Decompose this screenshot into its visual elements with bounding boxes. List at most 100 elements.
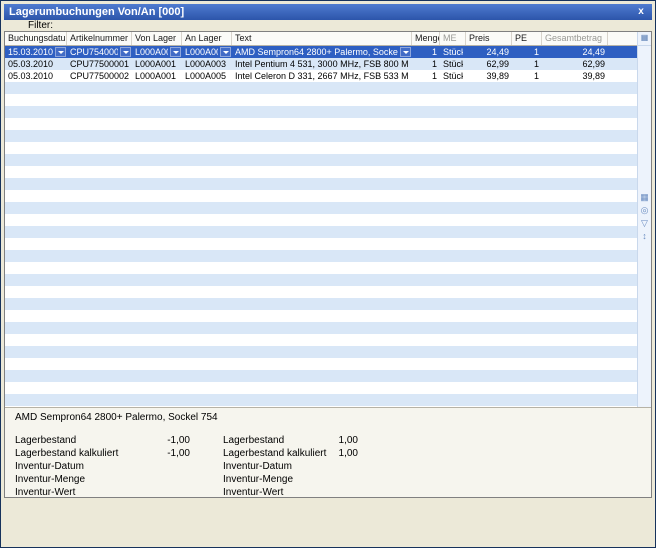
cell-von-lager[interactable] — [132, 118, 182, 130]
cell-an-lager[interactable] — [182, 166, 232, 178]
cell-von-lager[interactable] — [132, 214, 182, 226]
empty-row[interactable] — [5, 298, 637, 310]
cell-artikelnummer[interactable] — [67, 358, 132, 370]
cell-gesamtbetrag[interactable] — [542, 214, 608, 226]
cell-text[interactable] — [232, 322, 412, 334]
cell-an-lager[interactable] — [182, 310, 232, 322]
empty-row[interactable] — [5, 334, 637, 346]
cell-me[interactable] — [440, 202, 466, 214]
empty-row[interactable] — [5, 358, 637, 370]
cell-an-lager[interactable] — [182, 178, 232, 190]
cell-an-lager[interactable] — [182, 82, 232, 94]
cell-preis[interactable] — [466, 250, 512, 262]
cell-von-lager[interactable] — [132, 346, 182, 358]
column-header-von-lager[interactable]: Von Lager — [132, 32, 182, 45]
cell-an-lager[interactable] — [182, 130, 232, 142]
cell-menge[interactable] — [412, 382, 440, 394]
cell-me[interactable] — [440, 298, 466, 310]
cell-von-lager[interactable] — [132, 310, 182, 322]
cell-preis[interactable] — [466, 262, 512, 274]
cell-menge[interactable] — [412, 118, 440, 130]
cell-me[interactable] — [440, 394, 466, 406]
cell-an-lager[interactable] — [182, 382, 232, 394]
cell-preis[interactable] — [466, 142, 512, 154]
cell-artikelnummer[interactable] — [67, 370, 132, 382]
column-header-preis[interactable]: Preis — [466, 32, 512, 45]
cell-preis[interactable] — [466, 322, 512, 334]
cell-an-lager[interactable] — [182, 274, 232, 286]
empty-row[interactable] — [5, 202, 637, 214]
cell-me[interactable] — [440, 238, 466, 250]
cell-von-lager[interactable] — [132, 262, 182, 274]
cell-an-lager[interactable] — [182, 358, 232, 370]
cell-von-lager[interactable] — [132, 82, 182, 94]
cell-buchungsdatum[interactable] — [5, 334, 67, 346]
cell-buchungsdatum[interactable] — [5, 226, 67, 238]
cell-preis[interactable]: 39,89 — [466, 70, 512, 82]
cell-von-lager[interactable] — [132, 190, 182, 202]
cell-buchungsdatum[interactable] — [5, 142, 67, 154]
filter-icon[interactable]: ▽ — [639, 218, 650, 229]
cell-pe[interactable] — [512, 190, 542, 202]
cell-an-lager[interactable] — [182, 238, 232, 250]
cell-artikelnummer[interactable] — [67, 130, 132, 142]
cell-text[interactable] — [232, 190, 412, 202]
cell-me[interactable] — [440, 178, 466, 190]
column-header-buchungsdatum[interactable]: Buchungsdatum — [5, 32, 67, 45]
cell-pe[interactable] — [512, 250, 542, 262]
cell-artikelnummer[interactable] — [67, 166, 132, 178]
grid-body[interactable]: 15.03.2010CPU75400003L000A001L000A002AMD… — [5, 46, 637, 407]
cell-menge[interactable] — [412, 346, 440, 358]
cell-an-lager[interactable] — [182, 250, 232, 262]
cell-me[interactable] — [440, 190, 466, 202]
dropdown-arrow-icon[interactable] — [120, 47, 131, 57]
cell-buchungsdatum[interactable]: 15.03.2010 — [5, 46, 67, 58]
table-row[interactable]: 15.03.2010CPU75400003L000A001L000A002AMD… — [5, 46, 637, 58]
cell-menge[interactable] — [412, 142, 440, 154]
cell-pe[interactable] — [512, 346, 542, 358]
cell-gesamtbetrag[interactable] — [542, 202, 608, 214]
cell-preis[interactable] — [466, 310, 512, 322]
cell-von-lager[interactable] — [132, 370, 182, 382]
cell-buchungsdatum[interactable] — [5, 82, 67, 94]
search-icon[interactable]: ◎ — [639, 205, 650, 216]
cell-menge[interactable] — [412, 226, 440, 238]
cell-pe[interactable]: 1 — [512, 58, 542, 70]
column-chooser-icon[interactable]: ▦ — [638, 32, 651, 46]
cell-buchungsdatum[interactable] — [5, 298, 67, 310]
cell-menge[interactable] — [412, 370, 440, 382]
column-header-gesamtbetrag[interactable]: Gesamtbetrag — [542, 32, 608, 45]
cell-artikelnummer[interactable] — [67, 346, 132, 358]
cell-an-lager[interactable] — [182, 202, 232, 214]
cell-me[interactable] — [440, 310, 466, 322]
cell-gesamtbetrag[interactable]: 62,99 — [542, 58, 608, 70]
cell-text[interactable] — [232, 202, 412, 214]
cell-artikelnummer[interactable] — [67, 154, 132, 166]
cell-an-lager[interactable] — [182, 226, 232, 238]
empty-row[interactable] — [5, 214, 637, 226]
column-header-artikelnummer[interactable]: Artikelnummer — [67, 32, 132, 45]
cell-me[interactable] — [440, 274, 466, 286]
cell-an-lager[interactable] — [182, 370, 232, 382]
cell-buchungsdatum[interactable] — [5, 94, 67, 106]
cell-preis[interactable]: 24,49 — [466, 46, 512, 58]
cell-preis[interactable] — [466, 370, 512, 382]
cell-pe[interactable] — [512, 178, 542, 190]
cell-preis[interactable] — [466, 94, 512, 106]
close-button[interactable]: x — [634, 6, 648, 19]
cell-an-lager[interactable]: L000A002 — [182, 46, 232, 58]
empty-row[interactable] — [5, 250, 637, 262]
cell-buchungsdatum[interactable] — [5, 346, 67, 358]
cell-pe[interactable] — [512, 226, 542, 238]
cell-pe[interactable] — [512, 382, 542, 394]
cell-preis[interactable] — [466, 394, 512, 406]
cell-gesamtbetrag[interactable] — [542, 286, 608, 298]
cell-me[interactable]: Stück — [440, 58, 466, 70]
cell-von-lager[interactable] — [132, 94, 182, 106]
cell-gesamtbetrag[interactable] — [542, 178, 608, 190]
cell-me[interactable] — [440, 142, 466, 154]
cell-menge[interactable] — [412, 394, 440, 406]
cell-buchungsdatum[interactable] — [5, 190, 67, 202]
cell-me[interactable] — [440, 334, 466, 346]
cell-gesamtbetrag[interactable] — [542, 382, 608, 394]
